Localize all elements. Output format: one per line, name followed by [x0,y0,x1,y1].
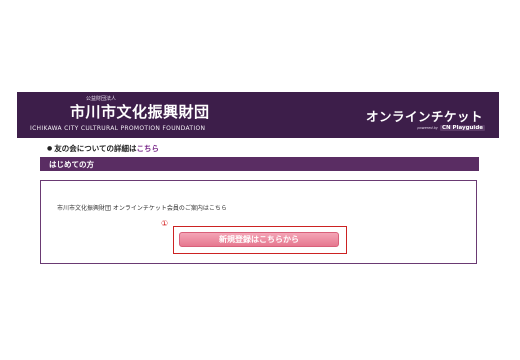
member-info-link[interactable]: こちら [137,143,160,154]
new-registration-button[interactable]: 新規登録はこちらから [179,232,339,247]
member-info-text: 友の会についての詳細は [54,144,137,153]
org-name-english: ICHIKAWA CITY CULTRURAL PROMOTION FOUNDA… [30,125,206,132]
powered-by-label: powered by [417,126,438,130]
cn-playguide-logo: CN Playguide [439,125,485,131]
service-title: オンラインチケット [365,109,483,124]
step-marker: ① [161,219,169,228]
section-title: はじめての方 [49,160,94,169]
membership-guide-text: 市川市文化振興財団 オンラインチケット会員のご案内はこちら [57,205,227,212]
register-highlight-frame: 新規登録はこちらから [173,226,347,254]
member-info-line: ● 友の会についての詳細は こちら [47,143,159,154]
section-header: はじめての方 [40,157,479,171]
powered-by: powered by CN Playguide [417,125,485,131]
site-header: 公益財団法人 市川市文化振興財団 ICHIKAWA CITY CULTRURAL… [17,92,499,138]
org-name-logo[interactable]: 市川市文化振興財団 [70,101,210,122]
bullet-icon: ● [47,145,53,152]
first-time-panel: 市川市文化振興財団 オンラインチケット会員のご案内はこちら ① 新規登録はこちら… [40,180,477,264]
